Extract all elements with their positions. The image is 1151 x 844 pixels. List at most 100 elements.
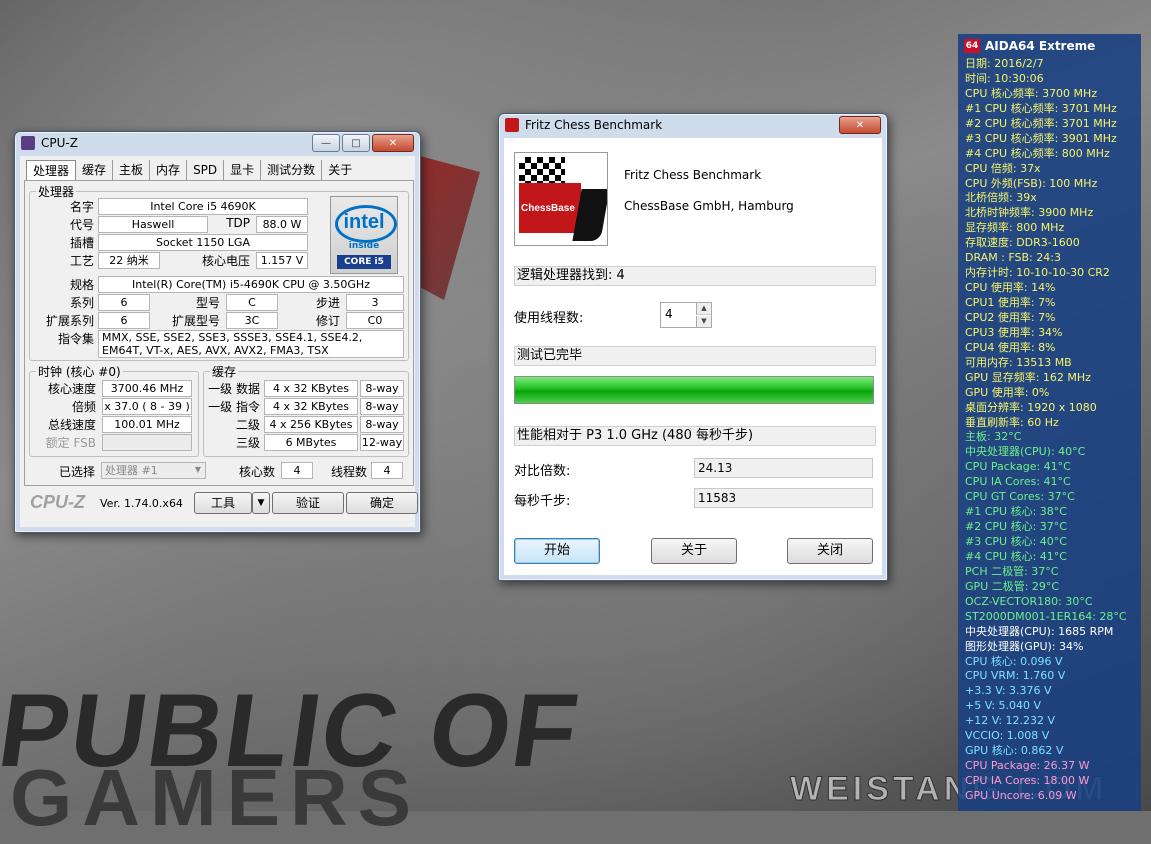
maximize-button[interactable]: □ xyxy=(342,134,370,152)
bus-speed-label: 总线速度 xyxy=(47,418,96,432)
cpuz-logo: CPU-Z xyxy=(30,492,85,512)
aida64-sensor-list: 日期: 2016/2/7 时间: 10:30:06 CPU 核心频率: 3700 M… xyxy=(965,57,1127,804)
about-button[interactable]: 关于 xyxy=(651,538,737,564)
start-button[interactable]: 开始 xyxy=(514,538,600,564)
sensor-row: +12 V: 12.232 V xyxy=(965,714,1056,728)
cache-l1i-way: 8-way xyxy=(360,398,404,415)
sensor-row: CPU VRM: 1.760 V xyxy=(965,669,1066,683)
sensor-row: 时间: 10:30:06 xyxy=(965,71,1044,85)
package-label: 插槽 xyxy=(69,236,94,250)
codename-value: Haswell xyxy=(98,216,208,233)
fritz-company: ChessBase GmbH, Hamburg xyxy=(624,199,794,213)
rated-fsb-value xyxy=(102,434,192,451)
spin-down-icon[interactable]: ▼ xyxy=(696,316,711,327)
cpuz-titlebar[interactable]: CPU-Z — □ ✕ xyxy=(15,132,420,154)
sensor-row: #3 CPU 核心频率: 3901 MHz xyxy=(965,131,1117,145)
tech-value: 22 纳米 xyxy=(98,252,160,269)
sensor-row: #4 CPU 核心频率: 800 MHz xyxy=(965,146,1110,160)
close-dialog-button[interactable]: 关闭 xyxy=(787,538,873,564)
aida64-header: 64 AIDA64 Extreme xyxy=(964,38,1095,54)
clocks-group: 时钟 (核心 #0) 核心速度 3700.46 MHz 倍频 x 37.0 ( … xyxy=(29,363,199,457)
sensor-row: +3.3 V: 3.376 V xyxy=(965,684,1052,698)
benchmark-progress-bar xyxy=(514,376,874,404)
processor-select-arrow-icon[interactable]: ▼ xyxy=(191,463,205,477)
sensor-row: CPU IA Cores: 18.00 W xyxy=(965,774,1090,787)
fritz-app-icon xyxy=(505,118,519,132)
cpuz-version: Ver. 1.74.0.x64 xyxy=(100,497,183,510)
progress-fill xyxy=(515,377,873,403)
validate-button[interactable]: 验证 xyxy=(272,492,344,514)
tools-button[interactable]: 工具 xyxy=(194,492,252,514)
threads-spinner[interactable]: 4 ▲ ▼ xyxy=(660,302,712,328)
sensor-row: #2 CPU 核心: 37°C xyxy=(965,520,1067,534)
multiplier-label: 倍频 xyxy=(71,400,96,414)
knps-label: 每秒千步: xyxy=(514,494,571,509)
aida64-sensor-panel: 64 AIDA64 Extreme 日期: 2016/2/7 时间: 10:30:… xyxy=(958,34,1141,811)
cache-l3-way: 12-way xyxy=(360,434,404,451)
threads-spinner-value[interactable]: 4 xyxy=(665,307,673,321)
family-label: 系列 xyxy=(69,296,94,310)
tab-about[interactable]: 关于 xyxy=(322,160,358,180)
sensor-row: GPU 核心: 0.862 V xyxy=(965,744,1064,758)
cache-l1d-way: 8-way xyxy=(360,380,404,397)
fritz-close-button[interactable]: ✕ xyxy=(839,116,881,134)
sensor-row: +5 V: 5.040 V xyxy=(965,699,1042,713)
bus-speed-value: 100.01 MHz xyxy=(102,416,192,433)
tech-label: 工艺 xyxy=(69,254,94,268)
core-speed-label: 核心速度 xyxy=(47,382,96,396)
model-value: C xyxy=(226,294,278,311)
sensor-row: 中央处理器(CPU): 40°C xyxy=(965,445,1086,459)
cpuz-window[interactable]: CPU-Z — □ ✕ 处理器 缓存 主板 内存 SPD 显卡 测试分数 关于 … xyxy=(14,131,421,533)
sensor-row: 图形处理器(GPU): 34% xyxy=(965,639,1084,653)
intel-logo: intel inside CORE i5 xyxy=(330,196,398,274)
spin-up-icon[interactable]: ▲ xyxy=(696,303,711,315)
chessbase-logo: ChessBase xyxy=(514,152,608,246)
sensor-row: OCZ-VECTOR180: 30°C xyxy=(965,594,1093,608)
cpuz-tab-panel: 处理器 名字 Intel Core i5 4690K 代号 Haswell TD… xyxy=(24,180,414,486)
spec-value: Intel(R) Core(TM) i5-4690K CPU @ 3.50GHz xyxy=(98,276,404,293)
ok-button[interactable]: 确定 xyxy=(346,492,418,514)
selection-label: 已选择 xyxy=(58,465,95,479)
fritz-titlebar[interactable]: Fritz Chess Benchmark ✕ xyxy=(499,114,887,136)
sensor-row: 存取速度: DDR3-1600 xyxy=(965,236,1080,250)
sensor-row: 中央处理器(CPU): 1685 RPM xyxy=(965,624,1114,638)
tab-bench[interactable]: 测试分数 xyxy=(261,160,323,180)
tab-spd[interactable]: SPD xyxy=(187,160,225,180)
revision-label: 修订 xyxy=(315,314,340,328)
knps-value: 11583 xyxy=(694,488,873,508)
cpuz-app-icon xyxy=(21,136,35,150)
threads-label: 线程数 xyxy=(330,465,367,479)
sensor-row: CPU 外频(FSB): 100 MHz xyxy=(965,176,1098,190)
fritz-window[interactable]: Fritz Chess Benchmark ✕ ChessBase Fritz … xyxy=(498,113,888,581)
sensor-row: #3 CPU 核心: 40°C xyxy=(965,535,1067,548)
fritz-client: ChessBase Fritz Chess Benchmark ChessBas… xyxy=(504,138,882,575)
cache-l2-size: 4 x 256 KBytes xyxy=(264,416,358,433)
tab-memory[interactable]: 内存 xyxy=(150,160,188,180)
tab-graphics[interactable]: 显卡 xyxy=(224,160,262,180)
fritz-app-name: Fritz Chess Benchmark xyxy=(624,168,762,182)
cores-value: 4 xyxy=(281,462,313,479)
tab-processor[interactable]: 处理器 xyxy=(26,160,77,181)
revision-value: C0 xyxy=(346,312,404,329)
sensor-row: GPU 使用率: 0% xyxy=(965,385,1050,399)
name-value: Intel Core i5 4690K xyxy=(98,198,308,215)
ext-model-value: 3C xyxy=(226,312,278,329)
sensor-row: #1 CPU 核心频率: 3701 MHz xyxy=(965,101,1117,115)
tab-mainboard[interactable]: 主板 xyxy=(113,160,151,180)
tools-dropdown-icon[interactable]: ▼ xyxy=(252,492,270,514)
tdp-value: 88.0 W xyxy=(256,216,308,233)
minimize-button[interactable]: — xyxy=(312,134,340,152)
ext-family-label: 扩展系列 xyxy=(45,314,94,328)
close-button[interactable]: ✕ xyxy=(372,134,414,152)
tab-cache[interactable]: 缓存 xyxy=(76,160,114,180)
instructions-label: 指令集 xyxy=(57,332,94,346)
sensor-row: 桌面分辨率: 1920 x 1080 xyxy=(965,400,1097,414)
sensor-row: CPU3 使用率: 34% xyxy=(965,325,1063,339)
model-label: 型号 xyxy=(195,296,220,310)
cache-l2-label: 二级 xyxy=(235,418,260,432)
sensor-row: GPU 二极管: 29°C xyxy=(965,579,1060,593)
wallpaper-text-line2: GAMERS xyxy=(10,753,422,842)
stepping-label: 步进 xyxy=(315,296,340,310)
clocks-group-title: 时钟 (核心 #0) xyxy=(36,363,123,380)
cache-group: 缓存 一级 数据 4 x 32 KBytes 8-way 一级 指令 4 x 3… xyxy=(203,363,409,457)
